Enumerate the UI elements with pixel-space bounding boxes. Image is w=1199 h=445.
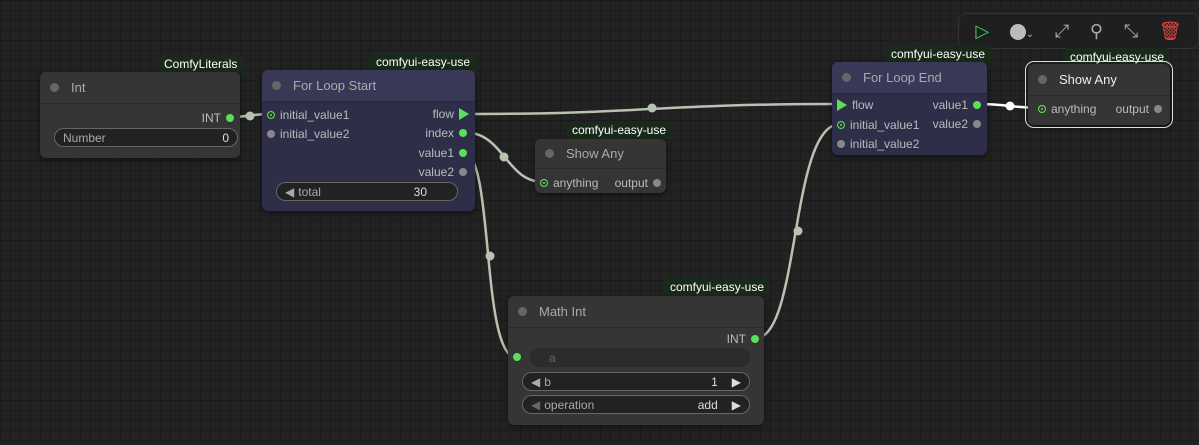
output-value2[interactable]: value2	[933, 117, 981, 131]
output-int[interactable]: INT	[202, 111, 234, 125]
input-initial-value1[interactable]: initial_value1	[837, 118, 919, 132]
a-widget-disabled: a	[530, 348, 750, 367]
number-widget[interactable]: Number 0	[54, 128, 238, 147]
show-any-node[interactable]: Show Any anything output	[535, 139, 666, 193]
node-title: Show Any	[1028, 64, 1170, 96]
output-output[interactable]: output	[1116, 102, 1162, 116]
color-picker-button[interactable]: ⌄	[1009, 21, 1034, 42]
input-initial-value2[interactable]: initial_value2	[837, 137, 919, 151]
node-title: Show Any	[535, 139, 666, 169]
delete-icon[interactable]: 🗑	[1159, 21, 1182, 42]
input-anything[interactable]: anything	[540, 176, 598, 190]
pin-icon[interactable]: ⚲	[1090, 21, 1103, 42]
input-initial-value2[interactable]: initial_value2	[267, 127, 349, 141]
collapse-icon[interactable]: ⤡	[1124, 21, 1138, 42]
node-badge: comfyui-easy-use	[370, 53, 477, 71]
int-node[interactable]: Int INT Number 0	[40, 72, 240, 158]
run-icon[interactable]: ▷	[975, 21, 989, 42]
math-int-node[interactable]: Math Int INT a ◀ b 1 ▶ ◀ operation add ▶	[508, 296, 764, 425]
node-title: For Loop Start	[262, 70, 475, 102]
node-badge: ComfyLiterals	[158, 55, 244, 73]
input-flow[interactable]: flow	[837, 98, 873, 112]
output-int[interactable]: INT	[727, 332, 759, 346]
node-title: For Loop End	[832, 62, 987, 94]
output-flow[interactable]: flow	[433, 107, 469, 121]
selection-toolbar: ▷ ⌄ ⤢ ⚲ ⤡ 🗑	[958, 13, 1199, 49]
bypass-icon[interactable]: ⤢	[1055, 21, 1069, 42]
input-a[interactable]	[513, 353, 521, 361]
node-title: Int	[40, 72, 240, 104]
input-anything[interactable]: anything	[1038, 102, 1096, 116]
for-loop-end-node[interactable]: For Loop End flow initial_value1 initial…	[832, 62, 987, 155]
operation-widget[interactable]: ◀ operation add ▶	[522, 395, 750, 414]
output-index[interactable]: index	[425, 126, 467, 140]
for-loop-start-node[interactable]: For Loop Start initial_value1 initial_va…	[262, 70, 475, 211]
show-any-node-selected[interactable]: Show Any anything output	[1025, 61, 1173, 128]
total-widget[interactable]: ◀ total 30	[276, 182, 458, 201]
output-value1[interactable]: value1	[933, 98, 981, 112]
b-widget[interactable]: ◀ b 1 ▶	[522, 372, 750, 391]
output-output[interactable]: output	[615, 176, 661, 190]
input-initial-value1[interactable]: initial_value1	[267, 108, 349, 122]
output-value2[interactable]: value2	[419, 165, 467, 179]
node-badge: comfyui-easy-use	[566, 121, 673, 139]
node-badge: comfyui-easy-use	[664, 278, 771, 296]
output-value1[interactable]: value1	[419, 146, 467, 160]
node-title: Math Int	[508, 296, 764, 328]
node-badge: comfyui-easy-use	[885, 45, 992, 63]
